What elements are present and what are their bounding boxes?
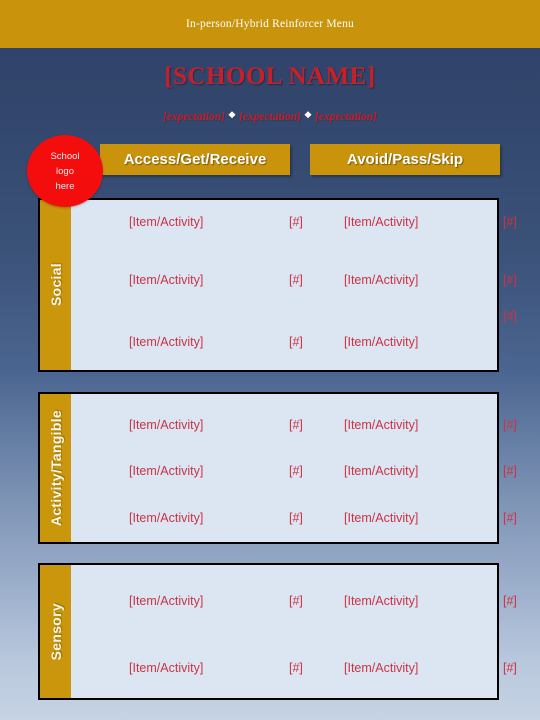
expectation-separator-1: ❖ (227, 110, 237, 120)
column-header-access-label: Access/Get/Receive (123, 151, 267, 168)
expectation-separator-2: ❖ (303, 110, 313, 120)
cell-count-access[interactable]: [#] (289, 415, 303, 435)
logo-line-2: logo (56, 165, 74, 177)
cell-item-access[interactable]: [Item/Activity] (129, 461, 203, 481)
section-panel-social: Social [Item/Activity] [#] [Item/Activit… (38, 198, 517, 372)
logo-line-1: School (50, 150, 80, 162)
section-tab-activity-tangible: Activity/Tangible (40, 394, 71, 542)
cell-count-access[interactable]: [#] (289, 270, 303, 290)
school-logo-placeholder: School logo here (27, 135, 103, 207)
section-panel-activity-tangible: Activity/Tangible [Item/Activity] [#] [I… (38, 392, 517, 544)
section-tab-social-label: Social (47, 263, 64, 307)
banner-title: In-person/Hybrid Reinforcer Menu (186, 18, 354, 30)
top-banner: In-person/Hybrid Reinforcer Menu (0, 0, 540, 48)
section-body-sensory: [Item/Activity] [#] [Item/Activity] [#] … (71, 565, 517, 698)
cell-item-avoid[interactable]: [Item/Activity] (344, 332, 418, 352)
column-header-avoid: Avoid/Pass/Skip (310, 144, 500, 175)
table-row: [Item/Activity] [#] [Item/Activity] [#] (71, 212, 517, 232)
expectation-3: [expectation] (315, 111, 377, 123)
cell-item-avoid[interactable]: [Item/Activity] (344, 415, 418, 435)
cell-count-avoid[interactable]: [#] (503, 415, 517, 435)
section-body-activity-tangible: [Item/Activity] [#] [Item/Activity] [#] … (71, 394, 517, 542)
cell-item-access[interactable]: [Item/Activity] (129, 332, 203, 352)
cell-item-avoid[interactable]: [Item/Activity] (344, 591, 418, 611)
cell-count-access[interactable]: [#] (289, 658, 303, 678)
table-row: [Item/Activity] [#] [Item/Activity] [#] (71, 270, 517, 290)
section-tab-social: Social (40, 200, 71, 370)
cell-count-access[interactable]: [#] (289, 508, 303, 528)
table-row: [Item/Activity] [#] [Item/Activity] [#] (71, 415, 517, 435)
cell-count-avoid[interactable]: [#] (503, 508, 517, 528)
cell-item-access[interactable]: [Item/Activity] (129, 415, 203, 435)
table-row: [Item/Activity] [#] [Item/Activity] [#] (71, 658, 517, 678)
section-body-social: [Item/Activity] [#] [Item/Activity] [#] … (71, 200, 517, 370)
cell-item-avoid[interactable]: [Item/Activity] (344, 461, 418, 481)
table-row: [Item/Activity] [#] [Item/Activity] [#] (71, 508, 517, 528)
cell-count-access[interactable]: [#] (289, 332, 303, 352)
cell-count-avoid[interactable]: [#] (503, 270, 517, 290)
cell-count-avoid[interactable]: [#] (503, 591, 517, 611)
table-row: [Item/Activity] [#] [Item/Activity] [#] (71, 309, 517, 352)
section-tab-sensory: Sensory (40, 565, 71, 698)
expectations-line: [expectation] ❖ [expectation] ❖ [expectation… (0, 110, 540, 123)
section-tab-activity-tangible-label: Activity/Tangible (47, 409, 64, 527)
cell-count-avoid[interactable]: [#] (503, 461, 517, 481)
column-header-avoid-label: Avoid/Pass/Skip (346, 151, 464, 168)
cell-item-avoid[interactable]: [Item/Activity] (344, 212, 418, 232)
table-row: [Item/Activity] [#] [Item/Activity] [#] (71, 591, 517, 611)
table-row: [Item/Activity] [#] [Item/Activity] [#] (71, 461, 517, 481)
cell-count-access[interactable]: [#] (289, 461, 303, 481)
cell-item-access[interactable]: [Item/Activity] (129, 591, 203, 611)
cell-item-avoid[interactable]: [Item/Activity] (344, 508, 418, 528)
column-header-access: Access/Get/Receive (100, 144, 290, 175)
section-panel-sensory: Sensory [Item/Activity] [#] [Item/Activi… (38, 563, 517, 700)
section-tab-sensory-label: Sensory (47, 602, 64, 661)
cell-count-access[interactable]: [#] (289, 591, 303, 611)
cell-count-access[interactable]: [#] (289, 212, 303, 232)
cell-count-avoid[interactable]: [#] (503, 212, 517, 232)
cell-item-access[interactable]: [Item/Activity] (129, 658, 203, 678)
cell-item-access[interactable]: [Item/Activity] (129, 508, 203, 528)
expectation-2: [expectation] (239, 111, 301, 123)
cell-count-avoid[interactable]: [#] (503, 658, 517, 678)
cell-item-access[interactable]: [Item/Activity] (129, 270, 203, 290)
cell-item-avoid[interactable]: [Item/Activity] (344, 658, 418, 678)
cell-item-avoid[interactable]: [Item/Activity] (344, 270, 418, 290)
page-title: [SCHOOL NAME] (164, 63, 376, 90)
cell-count-avoid[interactable]: [#] (503, 306, 517, 326)
cell-item-access[interactable]: [Item/Activity] (129, 212, 203, 232)
logo-line-3: here (55, 180, 75, 192)
expectation-1: [expectation] (162, 111, 225, 123)
